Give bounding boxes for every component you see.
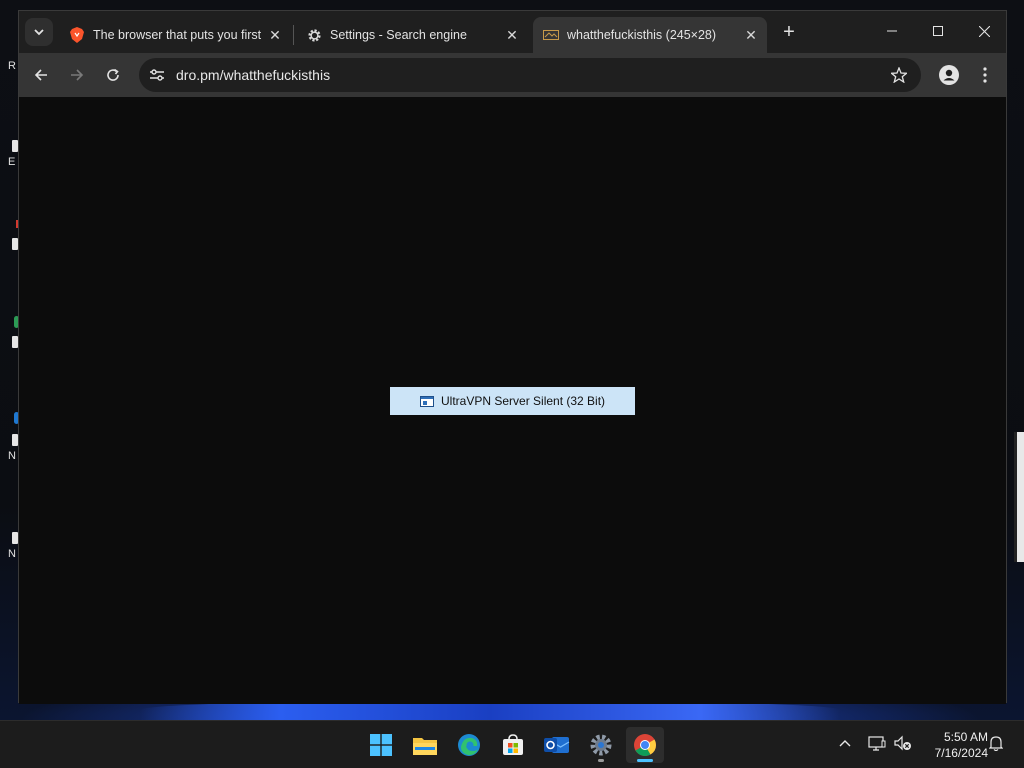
tab-title: whatthefuckisthis (245×28) [567, 28, 717, 42]
new-tab-button[interactable]: + [777, 20, 801, 44]
arrow-left-icon [34, 69, 47, 81]
displayed-image[interactable]: UltraVPN Server Silent (32 Bit) [390, 387, 635, 415]
maximize-icon [933, 26, 943, 36]
close-icon [978, 25, 990, 37]
chevron-down-icon [34, 29, 44, 36]
minimize-icon [887, 30, 897, 32]
running-indicator [598, 759, 604, 762]
browser-window: The browser that puts you first ✕ Settin… [18, 10, 1007, 704]
reload-button[interactable] [99, 61, 127, 89]
tab-separator [293, 25, 294, 45]
microsoft-store-icon [503, 734, 523, 755]
menu-button[interactable] [971, 61, 999, 89]
more-vertical-icon [983, 67, 987, 83]
address-bar[interactable]: dro.pm/whatthefuckisthis [139, 58, 921, 92]
tab-title: Settings - Search engine [330, 28, 467, 42]
site-info-button[interactable] [145, 63, 169, 87]
minimize-button[interactable] [869, 11, 915, 51]
network-button[interactable] [866, 731, 888, 755]
edge-button[interactable] [450, 727, 488, 763]
file-explorer-icon [413, 738, 437, 755]
bell-icon [989, 736, 1003, 751]
taskbar: 5:50 AM 7/16/2024 [0, 720, 1024, 768]
volume-button[interactable] [892, 731, 914, 755]
outlook-button[interactable] [538, 727, 576, 763]
arrow-right-icon [71, 69, 84, 81]
star-icon [891, 67, 907, 83]
notifications-button[interactable] [986, 731, 1006, 755]
back-button[interactable] [27, 61, 55, 89]
profile-button[interactable] [935, 61, 963, 89]
image-icon [543, 27, 559, 43]
url-text[interactable]: dro.pm/whatthefuckisthis [176, 67, 330, 83]
tab-image[interactable]: whatthefuckisthis (245×28) ✕ [533, 17, 767, 53]
outlook-icon [544, 737, 570, 753]
file-explorer-button[interactable] [406, 727, 444, 763]
clock-time: 5:50 AM [943, 730, 988, 744]
brave-lion-icon [69, 27, 85, 43]
settings-icon [590, 734, 612, 756]
close-icon[interactable]: ✕ [741, 25, 761, 45]
windows-start-icon [370, 734, 392, 756]
clock-date: 7/16/2024 [934, 746, 988, 760]
close-window-button[interactable] [961, 11, 1007, 51]
tab-settings[interactable]: Settings - Search engine ✕ [296, 17, 528, 53]
page-content: UltraVPN Server Silent (32 Bit) [19, 97, 1006, 704]
bookmark-button[interactable] [889, 65, 909, 85]
store-button[interactable] [494, 727, 532, 763]
browser-toolbar: dro.pm/whatthefuckisthis [19, 53, 1006, 97]
show-hidden-icons-button[interactable] [836, 731, 854, 755]
tune-icon [150, 69, 164, 81]
volume-muted-icon [894, 735, 911, 751]
desktop-icon-label-4: N [8, 548, 16, 560]
background-window-strip [1017, 432, 1024, 562]
desktop-icon-label-3: N [8, 450, 16, 462]
start-button[interactable] [362, 727, 400, 763]
close-icon[interactable]: ✕ [502, 25, 522, 45]
maximize-button[interactable] [915, 11, 961, 51]
system-clock[interactable]: 5:50 AM 7/16/2024 [918, 729, 988, 761]
tab-strip: The browser that puts you first ✕ Settin… [19, 11, 1006, 53]
chevron-up-icon [839, 740, 851, 747]
network-icon [868, 736, 886, 751]
tab-brave[interactable]: The browser that puts you first ✕ [59, 17, 291, 53]
running-indicator [637, 759, 653, 762]
forward-button[interactable] [63, 61, 91, 89]
desktop-icon-label-2: E [8, 156, 16, 168]
image-label: UltraVPN Server Silent (32 Bit) [441, 394, 606, 408]
application-window-icon [420, 395, 434, 407]
edge-icon [458, 734, 480, 756]
chrome-icon [634, 734, 656, 756]
tab-search-button[interactable] [25, 18, 53, 46]
reload-icon [107, 68, 119, 81]
tab-title: The browser that puts you first [93, 28, 262, 42]
chrome-button[interactable] [626, 727, 664, 763]
profile-icon [939, 65, 959, 85]
close-icon[interactable]: ✕ [265, 25, 285, 45]
settings-button[interactable] [582, 727, 620, 763]
gear-icon [306, 27, 322, 43]
desktop-icon-label-1: R [8, 60, 16, 72]
